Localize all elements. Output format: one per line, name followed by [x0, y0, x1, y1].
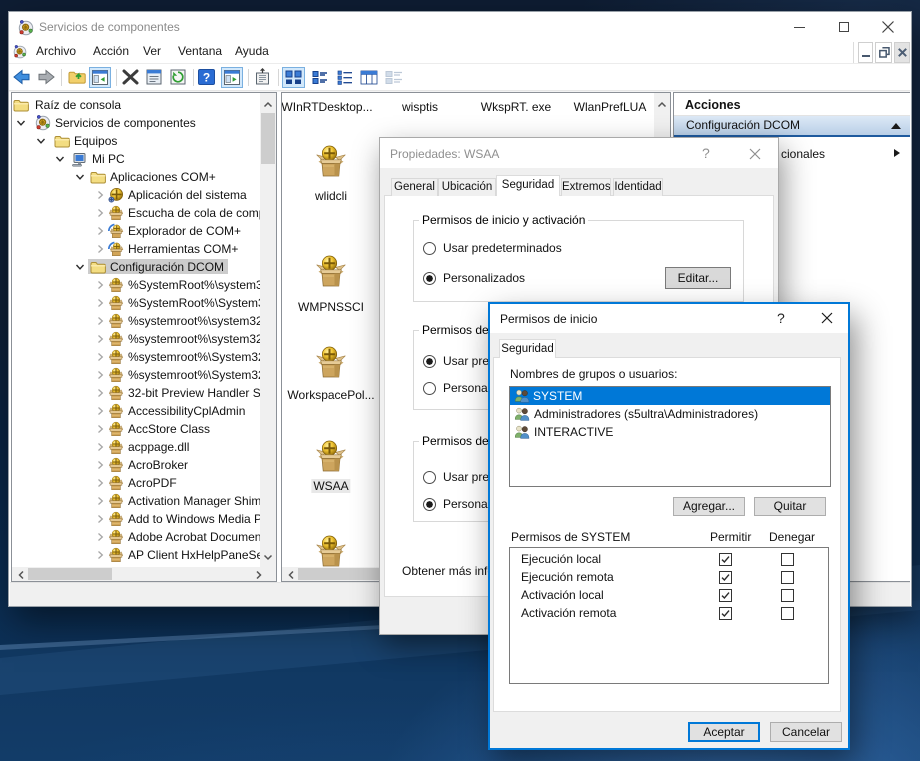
svg-text:?: ?	[203, 71, 210, 85]
